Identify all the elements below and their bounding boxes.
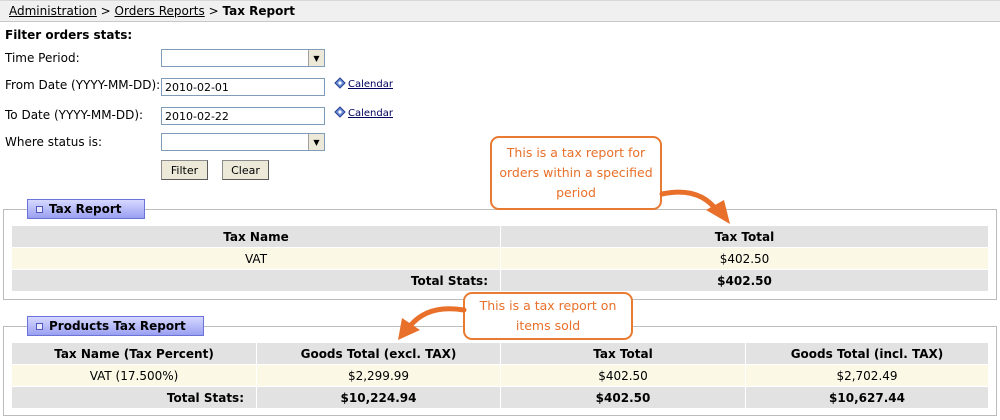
tax-report-table: Tax Name Tax Total VAT $402.50 Total Sta… (11, 225, 989, 292)
column-header: Tax Name (Tax Percent) (11, 342, 257, 365)
to-date-calendar[interactable]: Calendar (334, 105, 393, 119)
panel-square-icon (36, 205, 43, 213)
callout-line: orders within a specified (499, 165, 653, 180)
total-value: $10,224.94 (256, 386, 501, 409)
products-tax-report-title: Products Tax Report (49, 319, 186, 333)
dropdown-arrow-icon[interactable]: ▼ (308, 134, 324, 150)
table-row: VAT $402.50 (11, 247, 989, 270)
from-date-input[interactable] (161, 78, 325, 96)
tax-report-tab: Tax Report (27, 199, 145, 219)
callout-arrow-icon (398, 306, 467, 340)
time-period-label: Time Period: (5, 51, 80, 65)
from-date-calendar-link[interactable]: Calendar (348, 79, 393, 90)
table-cell: $402.50 (500, 247, 989, 270)
table-header-row: Tax Name Tax Total (11, 225, 989, 248)
to-date-label: To Date (YYYY-MM-DD): (5, 108, 144, 122)
total-value: $402.50 (500, 269, 989, 292)
callout-line: items sold (515, 318, 581, 333)
breadcrumb-separator: > (100, 4, 111, 18)
table-row: VAT (17.500%) $2,299.99 $402.50 $2,702.4… (11, 364, 989, 387)
breadcrumb-current: Tax Report (222, 4, 295, 18)
column-header: Goods Total (incl. TAX) (745, 342, 989, 365)
column-header: Tax Total (500, 225, 989, 248)
panel-square-icon (36, 322, 43, 330)
breadcrumb-link-administration[interactable]: Administration (9, 4, 97, 18)
products-tax-report-table: Tax Name (Tax Percent) Goods Total (excl… (11, 342, 989, 409)
from-date-label: From Date (YYYY-MM-DD): (5, 78, 161, 92)
calendar-icon[interactable] (334, 105, 347, 119)
to-date-calendar-link[interactable]: Calendar (348, 108, 393, 119)
total-label: Total Stats: (11, 386, 257, 409)
calendar-icon[interactable] (334, 76, 347, 90)
total-value: $402.50 (500, 386, 746, 409)
to-date-input[interactable] (161, 107, 325, 125)
callout-line: This is a tax report on (479, 298, 617, 313)
table-cell: VAT (11, 247, 501, 270)
total-label: Total Stats: (11, 269, 501, 292)
from-date-calendar[interactable]: Calendar (334, 76, 393, 90)
products-tax-report-tab: Products Tax Report (27, 316, 204, 336)
total-value: $10,627.44 (745, 386, 989, 409)
total-row: Total Stats: $10,224.94 $402.50 $10,627.… (11, 386, 989, 409)
breadcrumb-link-orders-reports[interactable]: Orders Reports (115, 4, 205, 18)
status-select[interactable]: ▼ (161, 133, 325, 151)
breadcrumb-separator: > (208, 4, 219, 18)
table-cell: $2,702.49 (745, 364, 989, 387)
filter-title: Filter orders stats: (5, 28, 133, 42)
status-label: Where status is: (5, 135, 103, 149)
time-period-select[interactable]: ▼ (161, 49, 325, 67)
breadcrumb: Administration > Orders Reports > Tax Re… (0, 0, 1000, 22)
table-cell: $402.50 (500, 364, 746, 387)
table-cell: $2,299.99 (256, 364, 501, 387)
callout-arrow-icon (659, 189, 730, 224)
tax-report-callout: This is a tax report for orders within a… (490, 136, 662, 210)
table-cell: VAT (17.500%) (11, 364, 257, 387)
filter-button[interactable]: Filter (161, 160, 208, 180)
column-header: Tax Total (500, 342, 746, 365)
dropdown-arrow-icon[interactable]: ▼ (308, 50, 324, 66)
products-callout: This is a tax report on items sold (463, 292, 633, 340)
table-header-row: Tax Name (Tax Percent) Goods Total (excl… (11, 342, 989, 365)
callout-line: This is a tax report for (506, 145, 646, 160)
tax-report-title: Tax Report (49, 202, 122, 216)
column-header: Goods Total (excl. TAX) (256, 342, 501, 365)
column-header: Tax Name (11, 225, 501, 248)
callout-line: period (556, 185, 596, 200)
total-row: Total Stats: $402.50 (11, 269, 989, 292)
clear-button[interactable]: Clear (222, 160, 269, 180)
